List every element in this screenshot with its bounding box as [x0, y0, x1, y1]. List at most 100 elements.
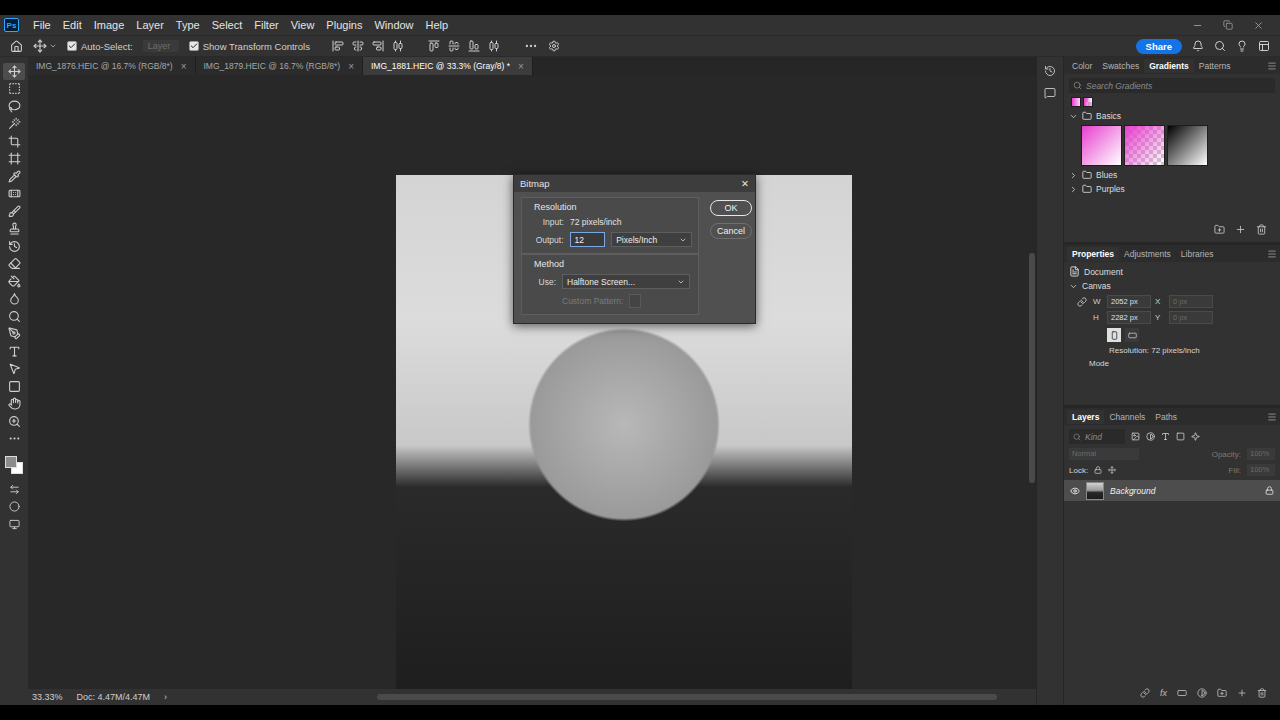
tool-button[interactable] [3, 516, 25, 533]
align-center-icon[interactable] [352, 40, 364, 52]
lock-position-icon[interactable] [1108, 466, 1116, 474]
panel-menu-icon[interactable] [1267, 249, 1277, 259]
foreground-color[interactable] [5, 456, 17, 468]
align-middle-icon[interactable] [448, 40, 460, 52]
close-window-icon[interactable] [1253, 20, 1264, 31]
panel-menu-icon[interactable] [1267, 412, 1277, 422]
lock-icon[interactable] [1094, 466, 1102, 474]
gradient-thumb[interactable] [1167, 125, 1208, 166]
distribute-vertical-icon[interactable] [488, 40, 500, 52]
gradient-group[interactable]: Blues [1069, 170, 1275, 180]
menu-item[interactable]: Filter [248, 19, 284, 31]
gradient-swatch[interactable] [1071, 97, 1081, 107]
color-chips[interactable] [3, 454, 25, 476]
tool-button[interactable] [3, 221, 25, 238]
move-tool-icon[interactable] [33, 39, 47, 53]
document-tab[interactable]: IMG_1881.HEIC @ 33.3% (Gray/8) *× [363, 57, 533, 75]
orientation-button[interactable] [1125, 328, 1139, 342]
menu-item[interactable]: File [27, 19, 57, 31]
dialog-close[interactable]: ✕ [741, 178, 749, 189]
menu-item[interactable]: Image [88, 19, 131, 31]
canvas[interactable]: Bitmap✕ResolutionInput:72 pixels/inchOut… [28, 75, 1028, 689]
shape-filter-icon[interactable] [1176, 432, 1185, 441]
tool-button[interactable] [3, 431, 25, 448]
distribute-icon[interactable] [392, 40, 404, 52]
gradient-thumb[interactable] [1124, 125, 1165, 166]
tool-button[interactable] [3, 63, 25, 80]
dialog-button[interactable]: OK [710, 200, 752, 216]
canvas-field[interactable]: 2052 px [1107, 295, 1151, 308]
tool-button[interactable] [3, 291, 25, 308]
status-menu[interactable]: › [164, 692, 167, 702]
tool-button[interactable] [3, 81, 25, 98]
gradient-group[interactable]: Basics [1069, 111, 1275, 121]
canvas-field[interactable]: 2282 px [1107, 311, 1151, 324]
home-icon[interactable] [10, 40, 23, 53]
checkbox[interactable] [189, 41, 199, 51]
panel-tab[interactable]: Swatches [1097, 59, 1144, 73]
menu-item[interactable]: Select [206, 19, 249, 31]
search-icon[interactable] [1214, 40, 1226, 52]
more-options-icon[interactable] [524, 39, 538, 53]
tool-button[interactable] [3, 396, 25, 413]
panel-tab[interactable]: Properties [1067, 247, 1119, 261]
tab-close[interactable]: × [518, 61, 524, 72]
panel-tab[interactable]: Color [1067, 59, 1097, 73]
scroll-thumb[interactable] [1029, 253, 1035, 483]
align-right-icon[interactable] [372, 40, 384, 52]
auto-select-checkbox[interactable]: Auto-Select: [67, 41, 133, 52]
new-group-icon[interactable] [1214, 224, 1225, 235]
layer-row[interactable]: Background [1064, 480, 1280, 501]
new-layer-icon[interactable] [1237, 688, 1247, 698]
tool-button[interactable] [3, 499, 25, 516]
adjustment-filter-icon[interactable] [1146, 432, 1155, 441]
panel-menu-icon[interactable] [1267, 61, 1277, 71]
panel-tab[interactable]: Libraries [1176, 247, 1219, 261]
tool-button[interactable] [3, 326, 25, 343]
share-button[interactable]: Share [1136, 39, 1182, 54]
pixel-filter-icon[interactable] [1131, 432, 1140, 441]
type-filter-icon[interactable] [1161, 432, 1170, 441]
tool-button[interactable] [3, 413, 25, 430]
menu-item[interactable]: Layer [130, 19, 170, 31]
canvas-field[interactable]: 0 px [1169, 311, 1213, 324]
minimize-icon[interactable] [1192, 20, 1203, 31]
adjustment-layer-icon[interactable] [1197, 688, 1207, 698]
menu-item[interactable]: Plugins [320, 19, 368, 31]
filter-kind[interactable]: Kind [1069, 429, 1125, 444]
menu-item[interactable]: View [285, 19, 321, 31]
menu-item[interactable]: Edit [57, 19, 88, 31]
gradient-search[interactable]: Search Gradients [1069, 78, 1275, 93]
tool-button[interactable] [3, 151, 25, 168]
fill-field[interactable]: 100% [1247, 464, 1275, 476]
tool-button[interactable] [3, 238, 25, 255]
vertical-scrollbar[interactable] [1028, 75, 1036, 689]
smart-filter-icon[interactable] [1191, 432, 1200, 441]
auto-select-target[interactable]: Layer [143, 40, 179, 52]
panel-tab[interactable]: Gradients [1144, 59, 1194, 73]
document-tab[interactable]: IMG_1879.HEIC @ 16.7% (RGB/8*)× [196, 57, 364, 75]
link-layers-icon[interactable] [1140, 688, 1150, 698]
align-left-icon[interactable] [332, 40, 344, 52]
method-select[interactable]: Halftone Screen... [562, 274, 690, 289]
gradient-group[interactable]: Purples [1069, 184, 1275, 194]
new-gradient-icon[interactable] [1235, 224, 1246, 235]
tool-button[interactable] [3, 203, 25, 220]
gradient-swatch[interactable] [1083, 97, 1093, 107]
opacity-field[interactable]: 100% [1247, 448, 1275, 460]
link-icon[interactable] [1077, 297, 1087, 307]
tool-button[interactable] [3, 308, 25, 325]
panel-tab[interactable]: Adjustments [1119, 247, 1176, 261]
tool-button[interactable] [3, 343, 25, 360]
blend-mode[interactable]: Normal [1069, 448, 1139, 460]
tool-button[interactable] [3, 481, 25, 498]
dialog-button[interactable]: Cancel [710, 223, 752, 239]
transform-controls-checkbox[interactable]: Show Transform Controls [189, 41, 310, 52]
menu-item[interactable]: Help [420, 19, 455, 31]
gradient-thumb[interactable] [1081, 125, 1122, 166]
menu-item[interactable]: Type [170, 19, 206, 31]
checkbox[interactable] [67, 41, 77, 51]
history-panel-icon[interactable] [1044, 65, 1056, 77]
tool-button[interactable] [3, 378, 25, 395]
trash-icon[interactable] [1256, 224, 1267, 235]
